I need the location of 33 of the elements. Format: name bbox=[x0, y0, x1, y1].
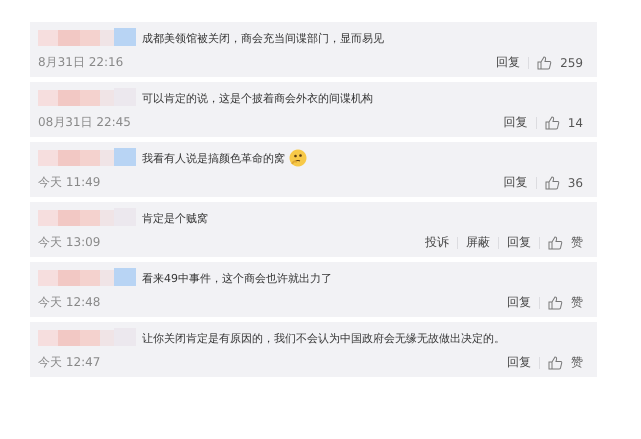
action-link[interactable]: 回复 bbox=[504, 174, 528, 191]
thumbs-up-icon[interactable] bbox=[548, 356, 563, 370]
comment-time: 08月31日 22:45 bbox=[38, 114, 131, 131]
comment-text: 肯定是个贼窝 bbox=[142, 210, 208, 226]
thumbs-up-icon[interactable] bbox=[548, 296, 563, 310]
action-link[interactable]: 回复 bbox=[507, 354, 531, 371]
like-count: 259 bbox=[560, 56, 583, 70]
thumbs-up-icon[interactable] bbox=[537, 56, 552, 70]
comment-time: 今天 12:48 bbox=[38, 294, 100, 311]
like-count: 36 bbox=[568, 176, 583, 190]
like-count: 赞 bbox=[571, 294, 583, 311]
action-link[interactable]: 回复 bbox=[507, 294, 531, 311]
comment-time: 今天 12:47 bbox=[38, 354, 100, 371]
thinking-face-icon bbox=[289, 149, 307, 167]
comment-text: 可以肯定的说，这是个披着商会外衣的间谍机构 bbox=[142, 90, 373, 106]
comment-text: 成都美领馆被关闭，商会充当间谍部门，显而易见 bbox=[142, 30, 384, 46]
comment-time: 今天 11:49 bbox=[38, 174, 100, 191]
comment-text: 我看有人说是搞颜色革命的窝 bbox=[142, 150, 285, 166]
thumbs-up-icon[interactable] bbox=[544, 176, 560, 190]
action-link[interactable]: 投诉 bbox=[425, 234, 449, 251]
like-count: 赞 bbox=[571, 354, 583, 371]
thumbs-up-icon[interactable] bbox=[544, 116, 560, 130]
comment-time: 8月31日 22:16 bbox=[38, 54, 124, 71]
action-link[interactable]: 回复 bbox=[504, 114, 528, 131]
comment-time: 今天 13:09 bbox=[38, 234, 100, 251]
thumbs-up-icon[interactable] bbox=[548, 236, 563, 250]
action-link[interactable]: 回复 bbox=[496, 54, 520, 71]
comment-text: 让你关闭肯定是有原因的，我们不会认为中国政府会无缘无故做出决定的。 bbox=[142, 330, 505, 346]
like-count: 14 bbox=[568, 116, 583, 130]
action-link[interactable]: 屏蔽 bbox=[466, 234, 490, 251]
action-link[interactable]: 回复 bbox=[507, 234, 531, 251]
comment-text: 看来49中事件，这个商会也许就出力了 bbox=[142, 270, 332, 286]
like-count: 赞 bbox=[571, 234, 583, 251]
